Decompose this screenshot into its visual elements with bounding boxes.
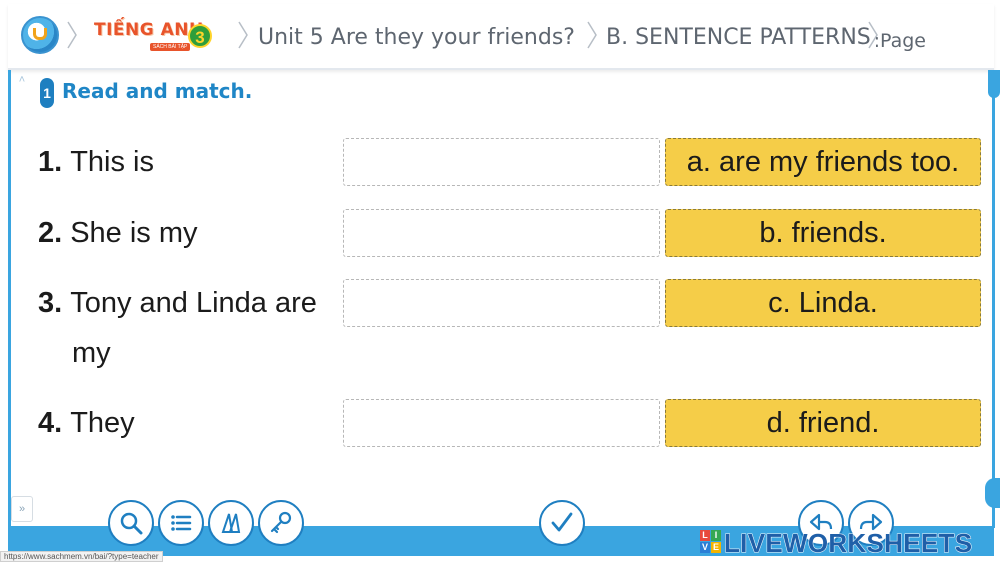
- breadcrumb-section[interactable]: B. SENTENCE PATTERNS: [606, 25, 871, 51]
- draggable-option-b[interactable]: b. friends.: [665, 209, 981, 257]
- chevron-right-icon: [65, 20, 79, 50]
- drop-zone-3[interactable]: [343, 279, 660, 327]
- question-text: This is: [70, 146, 154, 178]
- question-number: 4.: [38, 407, 63, 439]
- pages-icon[interactable]: [208, 500, 254, 546]
- brand-subtitle: SÁCH BÀI TẬP: [150, 43, 191, 51]
- question-1: 1. This is: [38, 137, 154, 187]
- scroll-up-icon[interactable]: ˄: [13, 74, 31, 92]
- question-number: 1.: [38, 146, 63, 178]
- list-icon[interactable]: [158, 500, 204, 546]
- liveworksheets-mark-icon: L I V E: [700, 530, 721, 553]
- breadcrumb-unit[interactable]: Unit 5 Are they your friends?: [258, 25, 575, 51]
- question-4: 4. They: [38, 398, 135, 448]
- drop-zone-2[interactable]: [343, 209, 660, 257]
- check-icon[interactable]: [539, 500, 585, 546]
- question-number: 3.: [38, 287, 63, 319]
- key-icon[interactable]: [258, 500, 304, 546]
- liveworksheets-wordmark: LIVEWORKSHEETS: [723, 528, 973, 559]
- draggable-option-d[interactable]: d. friend.: [665, 399, 981, 447]
- drop-zone-1[interactable]: [343, 138, 660, 186]
- question-text: They: [70, 407, 135, 439]
- question-text: Tony and Linda are: [70, 287, 317, 319]
- frame-left-border: [8, 70, 11, 528]
- exercise-title: Read and match.: [62, 79, 253, 103]
- question-3: 3. Tony and Linda are: [38, 278, 317, 328]
- drop-zone-4[interactable]: [343, 399, 660, 447]
- draggable-option-c[interactable]: c. Linda.: [665, 279, 981, 327]
- side-panel-handle[interactable]: [985, 478, 1000, 508]
- grade-badge: 3: [188, 24, 212, 48]
- chevron-right-icon: [585, 20, 599, 50]
- book-brand-logo[interactable]: TIẾNG ANH SÁCH BÀI TẬP 3: [92, 18, 216, 58]
- scroll-down-icon[interactable]: »: [11, 496, 33, 522]
- draggable-option-a[interactable]: a. are my friends too.: [665, 138, 981, 186]
- question-number: 2.: [38, 217, 63, 249]
- question-text: She is my: [70, 217, 198, 249]
- question-2: 2. She is my: [38, 208, 198, 258]
- top-navigation-bar: TIẾNG ANH SÁCH BÀI TẬP 3 Unit 5 Are they…: [8, 4, 994, 70]
- exercise-number-badge: 1: [40, 78, 54, 108]
- question-3-continuation: my: [72, 337, 111, 369]
- frame-right-border: [992, 70, 995, 528]
- side-panel-tab[interactable]: [988, 70, 1000, 98]
- search-icon[interactable]: [108, 500, 154, 546]
- chevron-right-icon: [236, 20, 250, 50]
- status-bar-url: https://www.sachmem.vn/bai/?type=teacher: [0, 551, 163, 562]
- breadcrumb-page[interactable]: Page:: [876, 28, 926, 54]
- home-logo-icon[interactable]: [21, 16, 59, 54]
